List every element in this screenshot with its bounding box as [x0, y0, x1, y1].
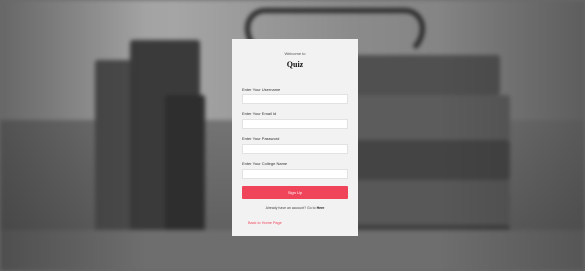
username-label: Enter Your Username: [242, 87, 281, 92]
username-input[interactable]: [242, 94, 348, 104]
login-link[interactable]: Here: [317, 206, 325, 210]
college-input[interactable]: [242, 169, 348, 179]
college-label: Enter Your College Name: [242, 161, 288, 166]
login-prompt: Already have an account? Go to Here: [232, 206, 358, 210]
welcome-text: Welcome to: [284, 51, 306, 56]
page-title: Quiz: [286, 60, 304, 69]
email-label: Enter Your Email Id: [242, 111, 277, 116]
email-input[interactable]: [242, 119, 348, 129]
signup-button[interactable]: Sign Up: [242, 186, 348, 199]
password-input[interactable]: [242, 144, 348, 154]
password-label: Enter Your Password: [242, 136, 280, 141]
login-prompt-text: Already have an account? Go to: [265, 206, 316, 210]
signup-card: Welcome to Quiz Enter Your Username Ente…: [232, 39, 358, 236]
back-home-link[interactable]: Back to Home Page: [248, 221, 282, 225]
